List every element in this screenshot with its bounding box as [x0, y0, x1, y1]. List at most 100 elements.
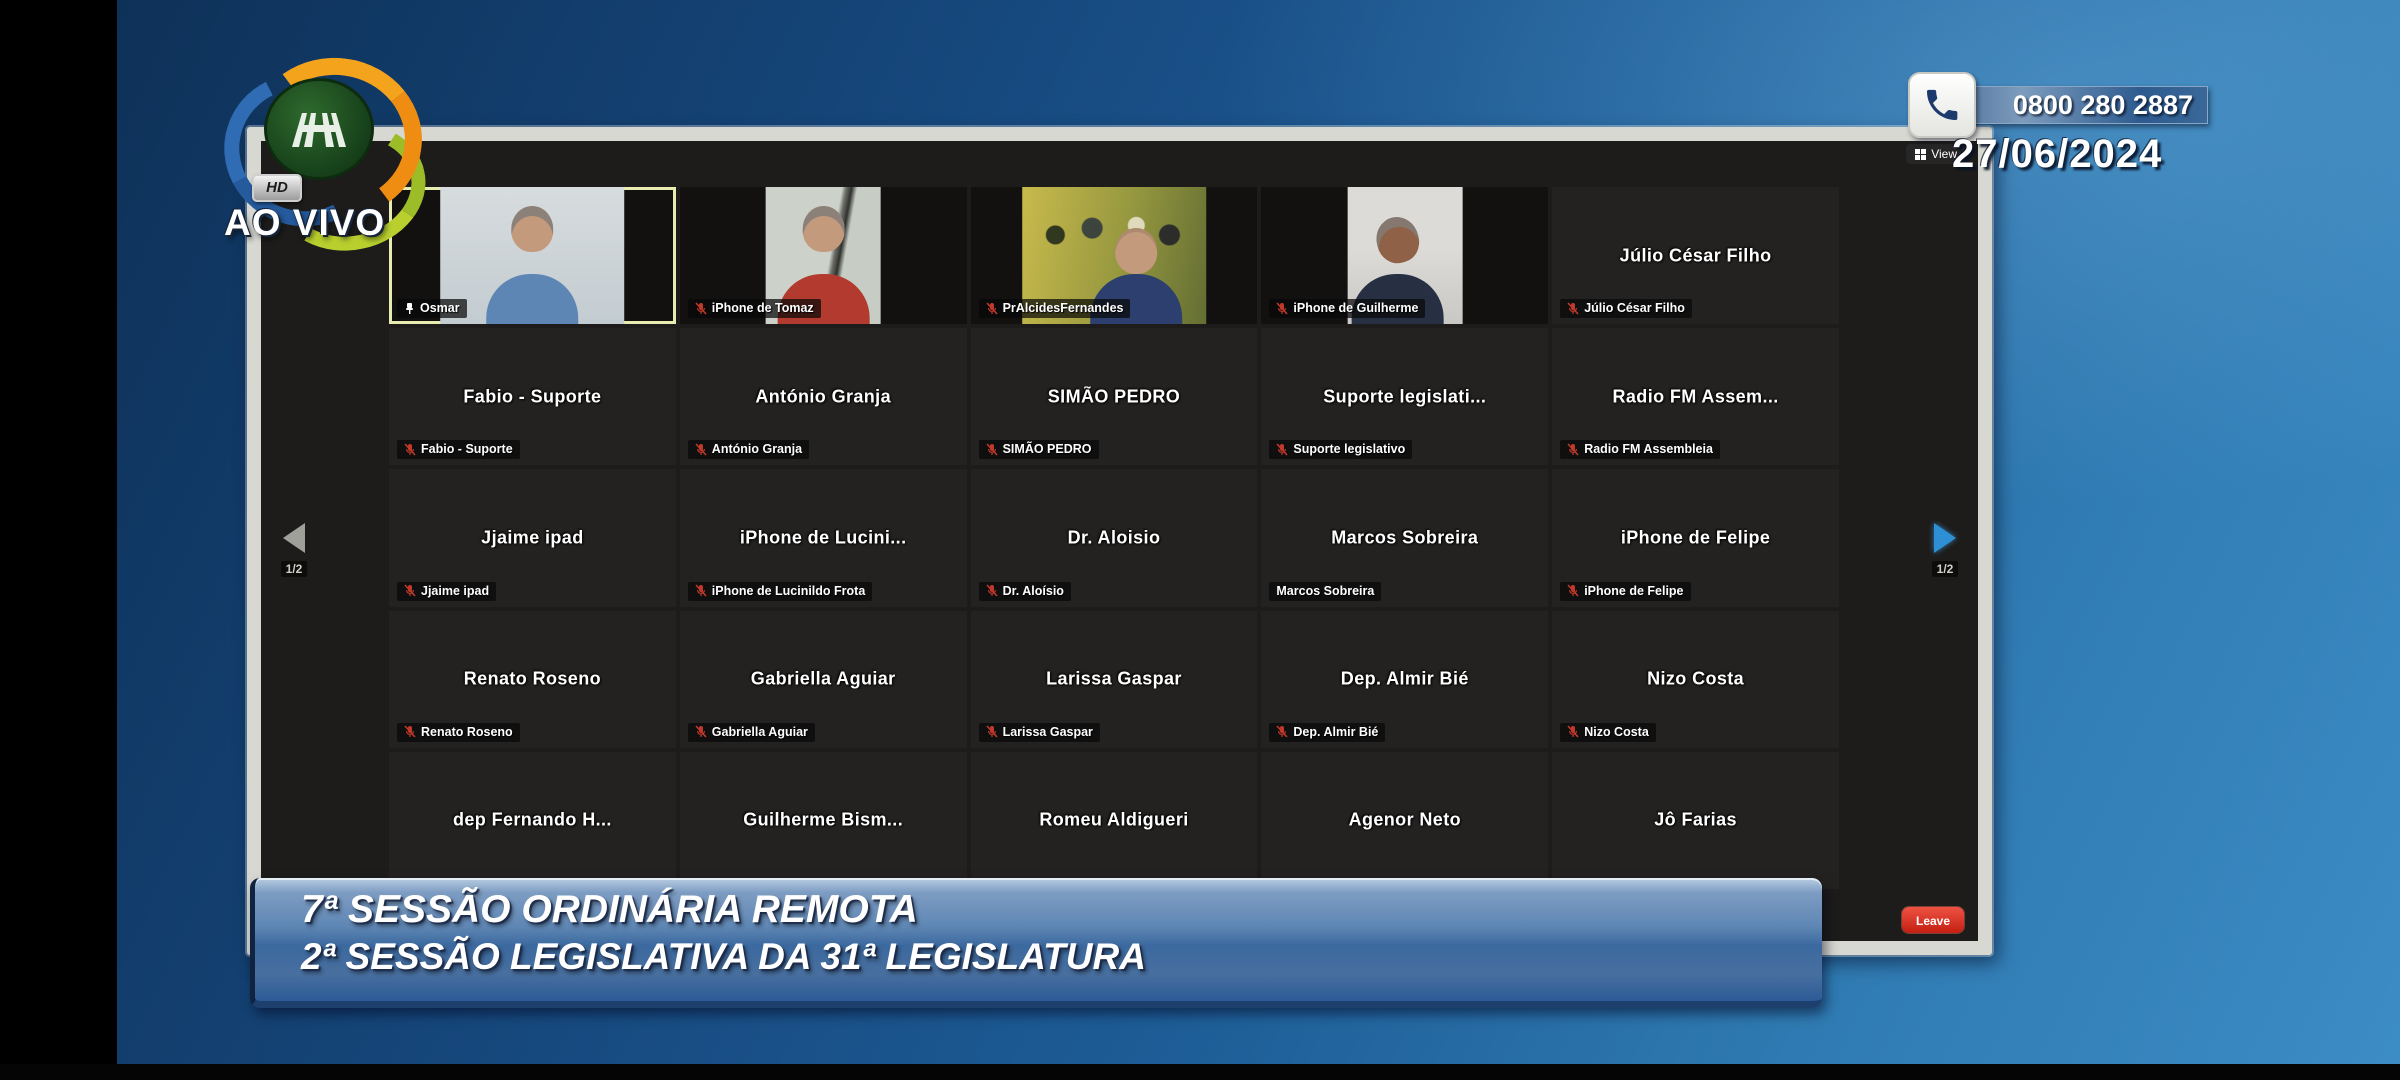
participant-tag: Osmar	[397, 299, 467, 318]
participant-tag-label: Radio FM Assembleia	[1584, 442, 1713, 456]
letterbox-bottom	[0, 1064, 2400, 1080]
participant-tile[interactable]: iPhone de Guilherme	[1261, 187, 1548, 324]
participant-name: Radio FM Assem...	[1556, 386, 1835, 407]
participant-name: Marcos Sobreira	[1265, 527, 1544, 548]
participant-tag-label: Júlio César Filho	[1584, 301, 1685, 315]
person-silhouette	[1115, 228, 1157, 274]
participant-name: Guilherme Bism...	[684, 810, 963, 831]
mic-muted-icon	[986, 443, 998, 456]
participant-tile[interactable]: Fabio - SuporteFabio - Suporte	[389, 328, 676, 465]
broadcast-date: 27/06/2024	[1952, 132, 2162, 177]
participant-tag-label: Dr. Aloísio	[1003, 584, 1064, 598]
participant-tile[interactable]: Jô Farias	[1552, 752, 1839, 889]
participant-tile[interactable]: Renato Roseno Renato Roseno	[389, 611, 676, 748]
mic-muted-icon	[1276, 302, 1288, 315]
participant-tile[interactable]: Osmar	[389, 187, 676, 324]
person-silhouette	[802, 206, 844, 252]
participant-name: Jjaime ipad	[393, 527, 672, 548]
participant-tag-label: Suporte legislativo	[1293, 442, 1405, 456]
participant-tile[interactable]: Agenor Neto	[1261, 752, 1548, 889]
participant-tag: António Granja	[688, 440, 809, 459]
participant-tile[interactable]: Suporte legislati... Suporte legislativo	[1261, 328, 1548, 465]
participant-tag: Dep. Almir Bié	[1269, 723, 1385, 742]
participant-name: Renato Roseno	[393, 669, 672, 690]
mic-muted-icon	[986, 302, 998, 315]
participant-tag: PrAlcidesFernandes	[979, 299, 1131, 318]
participant-name: Agenor Neto	[1265, 810, 1544, 831]
participant-tile[interactable]: iPhone de FelipeiPhone de Felipe	[1552, 469, 1839, 606]
participant-tag: iPhone de Tomaz	[688, 299, 821, 318]
participant-tile[interactable]: Guilherme Bism...	[680, 752, 967, 889]
participant-tile[interactable]: Gabriella Aguiar Gabriella Aguiar	[680, 611, 967, 748]
participant-tag: Suporte legislativo	[1269, 440, 1412, 459]
hd-badge: HD	[252, 174, 302, 202]
participant-tag: Fabio - Suporte	[397, 440, 520, 459]
participant-tag-label: António Granja	[712, 442, 802, 456]
person-silhouette	[1372, 213, 1424, 268]
pin-icon	[404, 302, 415, 315]
participant-name: Larissa Gaspar	[975, 669, 1254, 690]
participant-tag: SIMÃO PEDRO	[979, 440, 1099, 459]
participant-name: Gabriella Aguiar	[684, 669, 963, 690]
previous-page-button[interactable]: 1/2	[271, 523, 317, 578]
participant-tag-label: iPhone de Tomaz	[712, 301, 814, 315]
mic-muted-icon	[1276, 443, 1288, 456]
participant-tag-label: Marcos Sobreira	[1276, 584, 1374, 598]
participant-name: dep Fernando H...	[393, 810, 672, 831]
participant-tile[interactable]: Jjaime ipad Jjaime ipad	[389, 469, 676, 606]
participant-tile[interactable]: António Granja António Granja	[680, 328, 967, 465]
participant-tag: Larissa Gaspar	[979, 723, 1100, 742]
participant-tile[interactable]: dep Fernando H...	[389, 752, 676, 889]
participant-name: Jô Farias	[1556, 810, 1835, 831]
mic-muted-icon	[695, 725, 707, 738]
participant-tile[interactable]: Júlio César Filho Júlio César Filho	[1552, 187, 1839, 324]
participant-tag-label: iPhone de Felipe	[1584, 584, 1683, 598]
participant-tag-label: Nizo Costa	[1584, 725, 1649, 739]
participant-tile[interactable]: Nizo CostaNizo Costa	[1552, 611, 1839, 748]
participant-tag: iPhone de Felipe	[1560, 582, 1690, 601]
participant-video	[441, 187, 625, 324]
participant-tile[interactable]: Dr. Aloisio Dr. Aloísio	[971, 469, 1258, 606]
participant-tag: Jjaime ipad	[397, 582, 496, 601]
participant-tag: Gabriella Aguiar	[688, 723, 815, 742]
chevron-left-icon	[283, 523, 305, 553]
chevron-right-icon	[1934, 523, 1956, 553]
mic-muted-icon	[1567, 584, 1579, 597]
mic-muted-icon	[986, 584, 998, 597]
participant-name: Suporte legislati...	[1265, 386, 1544, 407]
participant-tag-label: Jjaime ipad	[421, 584, 489, 598]
meeting-window-body: View OsmariPhone de TomazPrAlcidesFernan…	[261, 141, 1978, 941]
participant-tile[interactable]: iPhone de Lucini...iPhone de Lucinildo F…	[680, 469, 967, 606]
meeting-window: View OsmariPhone de TomazPrAlcidesFernan…	[247, 127, 1992, 955]
participant-tile[interactable]: Radio FM Assem... Radio FM Assembleia	[1552, 328, 1839, 465]
leave-button[interactable]: Leave	[1902, 907, 1964, 933]
participant-tag-label: Fabio - Suporte	[421, 442, 513, 456]
participant-tile[interactable]: Dep. Almir BiéDep. Almir Bié	[1261, 611, 1548, 748]
participant-tag: Radio FM Assembleia	[1560, 440, 1720, 459]
mic-muted-icon	[1276, 725, 1288, 738]
gallery-grid-icon	[1915, 149, 1926, 160]
participant-tile[interactable]: Marcos Sobreira Marcos Sobreira	[1261, 469, 1548, 606]
participant-tile[interactable]: PrAlcidesFernandes	[971, 187, 1258, 324]
participant-name: Júlio César Filho	[1556, 245, 1835, 266]
participant-tag-label: Renato Roseno	[421, 725, 513, 739]
participant-tag-label: SIMÃO PEDRO	[1003, 442, 1092, 456]
logo-building-icon	[264, 78, 374, 180]
mic-muted-icon	[1567, 443, 1579, 456]
mic-muted-icon	[1567, 725, 1579, 738]
participant-tile[interactable]: Romeu Aldigueri	[971, 752, 1258, 889]
lower-third-banner: 7ª SESSÃO ORDINÁRIA REMOTA 2ª SESSÃO LEG…	[250, 878, 1822, 1008]
participant-tag-label: Larissa Gaspar	[1003, 725, 1093, 739]
participant-tile[interactable]: Larissa Gaspar Larissa Gaspar	[971, 611, 1258, 748]
participant-name: iPhone de Lucini...	[684, 527, 963, 548]
participant-tag-label: Gabriella Aguiar	[712, 725, 808, 739]
next-page-button[interactable]: 1/2	[1922, 523, 1968, 578]
participant-name: António Granja	[684, 386, 963, 407]
participant-name: Dr. Aloisio	[975, 527, 1254, 548]
participant-tile[interactable]: SIMÃO PEDROSIMÃO PEDRO	[971, 328, 1258, 465]
participant-tag: Nizo Costa	[1560, 723, 1656, 742]
legislature-subtitle: 2ª SESSÃO LEGISLATIVA DA 31ª LEGISLATURA	[301, 936, 1822, 978]
mic-muted-icon	[404, 443, 416, 456]
participant-tile[interactable]: iPhone de Tomaz	[680, 187, 967, 324]
participant-tag-label: PrAlcidesFernandes	[1003, 301, 1124, 315]
